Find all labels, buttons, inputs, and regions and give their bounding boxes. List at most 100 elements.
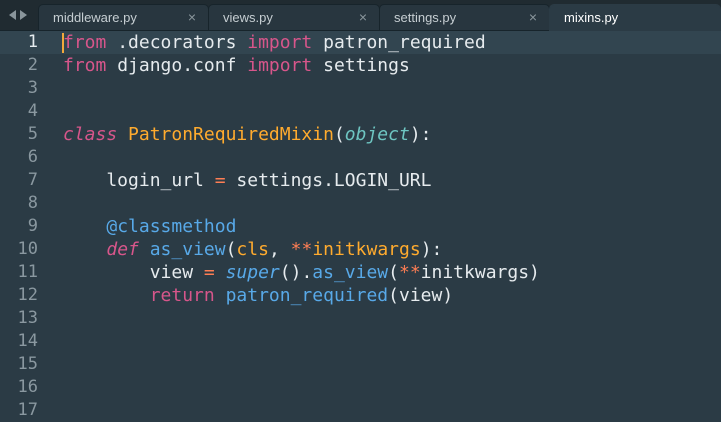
code-line[interactable]: 14 [0,330,721,353]
tab-middleware[interactable]: middleware.py × [38,4,209,30]
tab-bar: middleware.py × views.py × settings.py ×… [0,0,721,31]
code-line[interactable]: 7 login_url = settings.LOGIN_URL [0,169,721,192]
code-text: from django.conf import settings [63,54,410,77]
code-token: (view) [388,285,454,306]
code-line[interactable]: 9 @classmethod [0,215,721,238]
code-token: .decorators [106,32,248,53]
code-line[interactable]: 16 [0,376,721,399]
tab-nav-arrows [0,0,36,30]
close-icon[interactable]: × [529,9,537,25]
code-token: ** [290,239,313,260]
code-editor[interactable]: 1 from .decorators import patron_required… [0,31,721,421]
line-number: 17 [17,400,38,420]
code-token: view [63,262,204,283]
code-text: def as_view(cls, **initkwargs): [63,238,442,261]
code-text: class PatronRequiredMixin(object): [63,123,432,146]
code-token: super [225,262,280,283]
code-line[interactable]: 12 return patron_required(view) [0,284,721,307]
code-text: return patron_required(view) [63,284,453,307]
close-icon[interactable]: × [359,9,367,25]
close-icon[interactable]: × [188,9,196,25]
code-text: from .decorators import patron_required [63,31,486,54]
code-line[interactable]: 4 [0,100,721,123]
code-token: ): [409,124,432,145]
line-number: 15 [17,354,38,374]
line-number: 4 [27,101,38,121]
line-number: 16 [17,377,38,397]
code-token: patron_required [312,32,486,53]
code-token: = [214,170,226,191]
tab-views[interactable]: views.py × [208,4,380,30]
code-line[interactable]: 1 from .decorators import patron_required [0,31,721,54]
code-token: as_view [312,262,389,283]
code-line[interactable]: 11 view = super().as_view(**initkwargs) [0,261,721,284]
code-token: ( [388,262,399,283]
tab-scroll-left-icon[interactable] [9,10,16,20]
code-token: object [344,124,410,145]
code-token: from [63,32,107,53]
code-token: from [63,55,107,76]
tab-settings[interactable]: settings.py × [379,4,550,30]
line-number: 6 [27,147,38,167]
line-number: 1 [27,32,38,52]
tab-label: settings.py [394,10,457,25]
line-number: 8 [27,193,38,213]
code-token: initkwargs [312,239,421,260]
code-line[interactable]: 2 from django.conf import settings [0,54,721,77]
code-token: login_url [63,170,215,191]
code-token: = [203,262,215,283]
code-token: django.conf [106,55,248,76]
code-token: return [149,285,215,306]
text-caret [62,33,64,53]
code-line[interactable]: 8 [0,192,721,215]
line-number: 11 [17,262,38,282]
code-token: ( [333,124,345,145]
code-line[interactable]: 17 [0,399,721,422]
code-token: ( [225,239,237,260]
line-number: 7 [27,170,38,190]
line-number: 9 [27,216,38,236]
code-token: , [268,239,291,260]
code-token: settings [312,55,410,76]
code-text: view = super().as_view(**initkwargs) [63,261,540,284]
line-number: 10 [17,239,38,259]
code-line[interactable]: 13 [0,307,721,330]
code-token: ): [420,239,443,260]
code-token: import [247,55,313,76]
tab-label: mixins.py [564,10,619,25]
line-number: 14 [17,331,38,351]
code-line[interactable]: 15 [0,353,721,376]
code-token: initkwargs) [420,262,540,283]
code-token: patron_required [225,285,389,306]
tab-scroll-right-icon[interactable] [20,10,27,20]
code-line[interactable]: 10 def as_view(cls, **initkwargs): [0,238,721,261]
line-number: 5 [27,124,38,144]
code-line[interactable]: 6 [0,146,721,169]
code-text: @classmethod [63,215,236,238]
code-token: import [247,32,313,53]
code-token: as_view [149,239,226,260]
code-token: def [106,239,139,260]
code-token: @classmethod [106,216,237,237]
code-token: class [63,124,118,145]
code-line[interactable]: 3 [0,77,721,100]
code-text: login_url = settings.LOGIN_URL [63,169,431,192]
code-line[interactable]: 5 class PatronRequiredMixin(object): [0,123,721,146]
line-number: 3 [27,78,38,98]
code-token: settings.LOGIN_URL [225,170,432,191]
tab-label: middleware.py [53,10,137,25]
code-token: cls [236,239,269,260]
line-number: 2 [27,55,38,75]
line-number: 13 [17,308,38,328]
code-token: (). [279,262,313,283]
code-token: ** [398,262,421,283]
tab-mixins[interactable]: mixins.py [549,4,721,31]
code-token: PatronRequiredMixin [128,124,334,145]
